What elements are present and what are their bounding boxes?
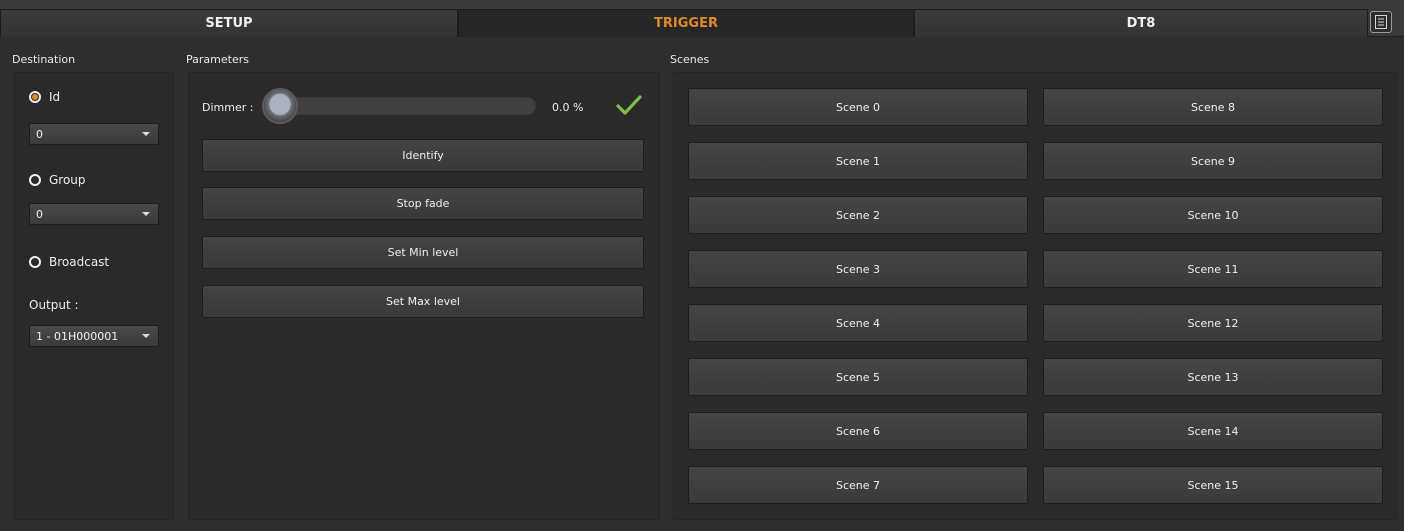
dimmer-slider-handle[interactable] (262, 88, 298, 124)
tab-bar: SETUP TRIGGER DT8 (0, 0, 1404, 37)
scene-button-2[interactable]: Scene 2 (688, 196, 1028, 234)
scene-button-4[interactable]: Scene 4 (688, 304, 1028, 342)
chevron-down-icon (142, 212, 150, 216)
scene-button-3[interactable]: Scene 3 (688, 250, 1028, 288)
scenes-panel (673, 72, 1397, 520)
scene-button-13[interactable]: Scene 13 (1043, 358, 1383, 396)
id-select-value: 0 (36, 127, 43, 141)
radio-id[interactable]: Id (29, 90, 60, 104)
set-max-level-button[interactable]: Set Max level (202, 285, 644, 318)
scene-button-0[interactable]: Scene 0 (688, 88, 1028, 126)
output-label: Output : (29, 298, 79, 312)
scene-button-12[interactable]: Scene 12 (1043, 304, 1383, 342)
radio-unchecked-icon (29, 256, 41, 268)
scene-button-14[interactable]: Scene 14 (1043, 412, 1383, 450)
destination-title: Destination (12, 53, 76, 66)
group-select-value: 0 (36, 207, 43, 221)
identify-button[interactable]: Identify (202, 139, 644, 172)
radio-broadcast-label: Broadcast (49, 255, 110, 269)
dimmer-slider-track[interactable] (263, 96, 537, 116)
radio-id-label: Id (49, 90, 61, 104)
radio-checked-icon (29, 91, 41, 103)
scene-button-15[interactable]: Scene 15 (1043, 466, 1383, 504)
scenes-title: Scenes (670, 53, 710, 66)
tab-setup[interactable]: SETUP (0, 9, 458, 37)
scene-button-10[interactable]: Scene 10 (1043, 196, 1383, 234)
radio-group[interactable]: Group (29, 173, 86, 187)
scene-button-6[interactable]: Scene 6 (688, 412, 1028, 450)
scene-button-11[interactable]: Scene 11 (1043, 250, 1383, 288)
id-select[interactable]: 0 (29, 123, 159, 145)
scene-button-1[interactable]: Scene 1 (688, 142, 1028, 180)
dimmer-value: 0.0 % (552, 101, 584, 114)
checkmark-icon (616, 95, 642, 115)
dimmer-label: Dimmer : (202, 101, 254, 114)
chevron-down-icon (142, 132, 150, 136)
scene-button-9[interactable]: Scene 9 (1043, 142, 1383, 180)
radio-group-label: Group (49, 173, 86, 187)
group-select[interactable]: 0 (29, 203, 159, 225)
tab-dt8[interactable]: DT8 (914, 9, 1368, 37)
apply-dimmer-button[interactable] (616, 94, 642, 119)
output-select-value: 1 - 01H000001 (36, 329, 119, 343)
stop-fade-button[interactable]: Stop fade (202, 187, 644, 220)
parameters-title: Parameters (186, 53, 249, 66)
tab-trigger[interactable]: TRIGGER (458, 9, 914, 37)
scene-button-5[interactable]: Scene 5 (688, 358, 1028, 396)
output-select[interactable]: 1 - 01H000001 (29, 325, 159, 347)
document-menu-button[interactable] (1370, 11, 1392, 33)
radio-broadcast[interactable]: Broadcast (29, 255, 109, 269)
scene-button-8[interactable]: Scene 8 (1043, 88, 1383, 126)
chevron-down-icon (142, 334, 150, 338)
scene-button-7[interactable]: Scene 7 (688, 466, 1028, 504)
document-menu-icon (1375, 15, 1387, 29)
radio-unchecked-icon (29, 174, 41, 186)
set-min-level-button[interactable]: Set Min level (202, 236, 644, 269)
